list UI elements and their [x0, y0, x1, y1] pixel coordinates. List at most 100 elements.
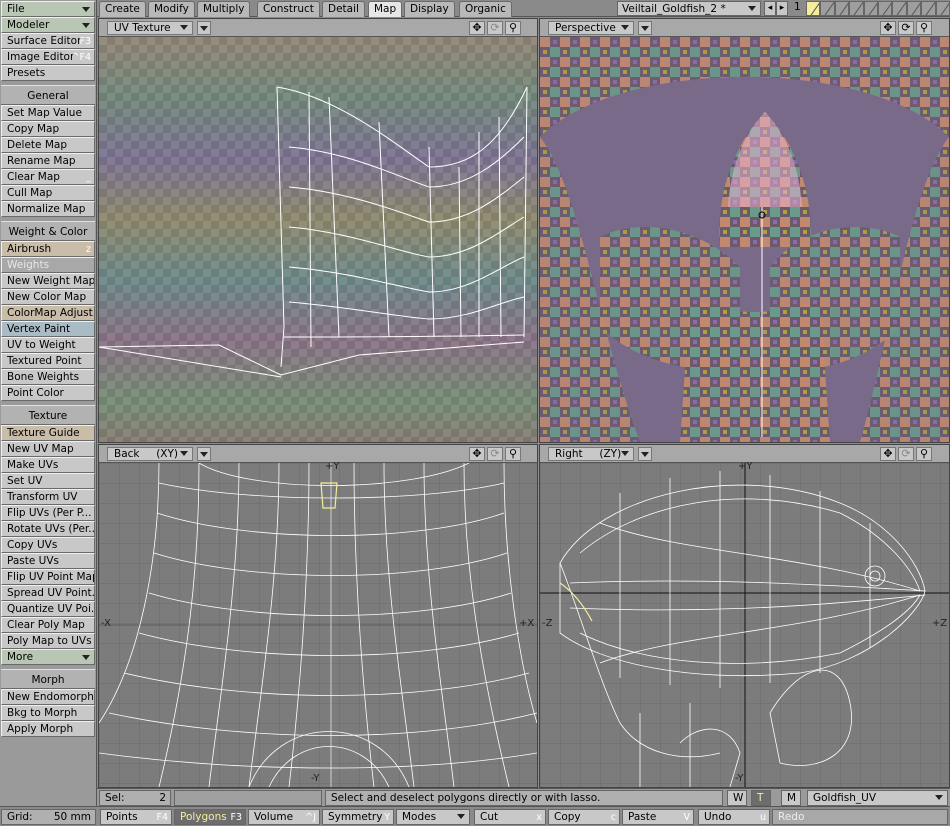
tab-display[interactable]: Display [404, 1, 455, 17]
morph-map-toggle[interactable]: M [781, 790, 801, 806]
viewport-type-dropdown[interactable]: UV Texture [107, 21, 193, 35]
symmetry-toggle[interactable]: Symmetry Y [322, 809, 394, 825]
polygons-mode-button[interactable]: Polygons F3 [174, 809, 246, 825]
points-mode-button[interactable]: Points F4 [100, 809, 172, 825]
layer-slot[interactable] [892, 1, 907, 16]
right-canvas[interactable]: +Y -Y -Z +Z [540, 461, 949, 787]
weight-map-toggle[interactable]: W [727, 790, 747, 806]
quantize-uv-point-button[interactable]: Quantize UV Poi... [1, 601, 95, 617]
vertex-map-selector[interactable]: Goldfish_UV [807, 790, 948, 806]
bone-weights-button[interactable]: Bone Weights [1, 369, 95, 385]
move-view-icon[interactable]: ✥ [880, 447, 896, 461]
rotate-view-icon[interactable]: ⟳ [487, 21, 503, 35]
tab-multiply[interactable]: Multiply [197, 1, 251, 17]
paste-uvs-button[interactable]: Paste UVs [1, 553, 95, 569]
perspective-canvas[interactable] [540, 37, 949, 442]
transform-uv-button[interactable]: Transform UV [1, 489, 95, 505]
scene-selector[interactable]: Veiltail_Goldfish_2 * [617, 1, 761, 16]
zoom-view-icon[interactable]: ⚲ [505, 447, 521, 461]
delete-map-button[interactable]: Delete Map [1, 137, 95, 153]
back-canvas[interactable]: +Y -Y -X +X [99, 461, 537, 787]
set-uv-button[interactable]: Set UV [1, 473, 95, 489]
viewport-options-dropdown[interactable] [197, 21, 211, 35]
new-color-map-button[interactable]: New Color Map [1, 289, 95, 305]
tab-construct[interactable]: Construct [257, 1, 320, 17]
viewport-type-dropdown[interactable]: Right (ZY) [548, 447, 634, 461]
file-menu[interactable]: File [1, 1, 95, 17]
rename-map-button[interactable]: Rename Map [1, 153, 95, 169]
new-endomorph-button[interactable]: New Endomorph [1, 689, 95, 705]
image-editor-button[interactable]: Image Editor ^F4 [1, 49, 95, 65]
airbrush-button[interactable]: Airbrush z [1, 241, 95, 257]
normalize-map-button[interactable]: Normalize Map [1, 201, 95, 217]
layer-slot[interactable] [863, 1, 879, 16]
paste-button[interactable]: Paste V [622, 809, 694, 825]
clear-poly-map-button[interactable]: Clear Poly Map [1, 617, 95, 633]
zoom-view-icon[interactable]: ⚲ [916, 21, 932, 35]
rotate-view-icon[interactable]: ⟳ [487, 447, 503, 461]
layer-slot[interactable] [849, 1, 864, 16]
presets-button[interactable]: Presets [1, 65, 95, 81]
rotate-uvs-button[interactable]: Rotate UVs (Per... [1, 521, 95, 537]
modes-menu[interactable]: Modes [396, 809, 470, 825]
tab-map[interactable]: Map [368, 1, 403, 17]
layer-slot[interactable] [834, 1, 850, 16]
poly-map-to-uvs-button[interactable]: Poly Map to UVs [1, 633, 95, 649]
move-view-icon[interactable]: ✥ [469, 447, 485, 461]
make-uvs-button[interactable]: Make UVs [1, 457, 95, 473]
layer-bank[interactable] [806, 1, 950, 16]
layer-slot[interactable] [935, 1, 950, 16]
zoom-view-icon[interactable]: ⚲ [916, 447, 932, 461]
uv-to-weight-button[interactable]: UV to Weight [1, 337, 95, 353]
move-view-icon[interactable]: ✥ [880, 21, 896, 35]
rotate-view-icon[interactable]: ⟳ [898, 447, 914, 461]
point-color-button[interactable]: Point Color [1, 385, 95, 401]
volume-mode-button[interactable]: Volume ^J [248, 809, 320, 825]
cut-button[interactable]: Cut x [474, 809, 546, 825]
flip-uv-point-map-button[interactable]: Flip UV Point Map [1, 569, 95, 585]
copy-uvs-button[interactable]: Copy UVs [1, 537, 95, 553]
new-weight-map-button[interactable]: New Weight Map [1, 273, 95, 289]
layer-slot[interactable] [806, 1, 821, 16]
tab-modify[interactable]: Modify [148, 1, 195, 17]
spread-uv-point-button[interactable]: Spread UV Point... [1, 585, 95, 601]
new-uv-map-button[interactable]: New UV Map [1, 441, 95, 457]
clear-map-button[interactable]: Clear Map _ [1, 169, 95, 185]
rotate-view-icon[interactable]: ⟳ [898, 21, 914, 35]
viewport-type-dropdown[interactable]: Back (XY) [107, 447, 193, 461]
perspective-viewport[interactable]: Perspective ✥ ⟳ ⚲ [539, 18, 950, 443]
flip-uvs-button[interactable]: Flip UVs (Per P... [1, 505, 95, 521]
layer-slot[interactable] [820, 1, 835, 16]
zoom-view-icon[interactable]: ⚲ [505, 21, 521, 35]
move-view-icon[interactable]: ✥ [469, 21, 485, 35]
textured-point-button[interactable]: Textured Point [1, 353, 95, 369]
copy-map-button[interactable]: Copy Map [1, 121, 95, 137]
texture-map-toggle[interactable]: T [751, 790, 771, 806]
viewport-type-dropdown[interactable]: Perspective [548, 21, 634, 35]
prev-layer-arrow-icon[interactable]: ◂ [764, 1, 776, 16]
layer-slot[interactable] [878, 1, 893, 16]
viewport-options-dropdown[interactable] [638, 21, 652, 35]
next-layer-arrow-icon[interactable]: ▸ [776, 1, 788, 16]
viewport-options-dropdown[interactable] [197, 447, 211, 461]
colormap-adjust-button[interactable]: ColorMap Adjust... [1, 305, 95, 321]
viewport-options-dropdown[interactable] [638, 447, 652, 461]
texture-guide-button[interactable]: Texture Guide [1, 425, 95, 441]
cull-map-button[interactable]: Cull Map [1, 185, 95, 201]
apply-morph-button[interactable]: Apply Morph [1, 721, 95, 737]
set-map-value-button[interactable]: Set Map Value [1, 105, 95, 121]
tab-organic[interactable]: Organic [459, 1, 512, 17]
vertex-paint-button[interactable]: Vertex Paint [1, 321, 95, 337]
copy-button[interactable]: Copy c [548, 809, 620, 825]
layer-slot[interactable] [906, 1, 922, 16]
more-menu[interactable]: More [1, 649, 95, 665]
uv-canvas[interactable] [99, 37, 537, 442]
uv-texture-viewport[interactable]: UV Texture ✥ ⟳ ⚲ [98, 18, 538, 443]
surface-editor-button[interactable]: Surface Editor F3 [1, 33, 95, 49]
tab-detail[interactable]: Detail [322, 1, 365, 17]
undo-button[interactable]: Undo u [698, 809, 770, 825]
back-viewport[interactable]: Back (XY) ✥ ⟳ ⚲ +Y -Y -X +X [98, 444, 538, 788]
modeler-menu[interactable]: Modeler [1, 17, 95, 33]
right-viewport[interactable]: Right (ZY) ✥ ⟳ ⚲ +Y -Y -Z +Z [539, 444, 950, 788]
tab-create[interactable]: Create [99, 1, 146, 17]
